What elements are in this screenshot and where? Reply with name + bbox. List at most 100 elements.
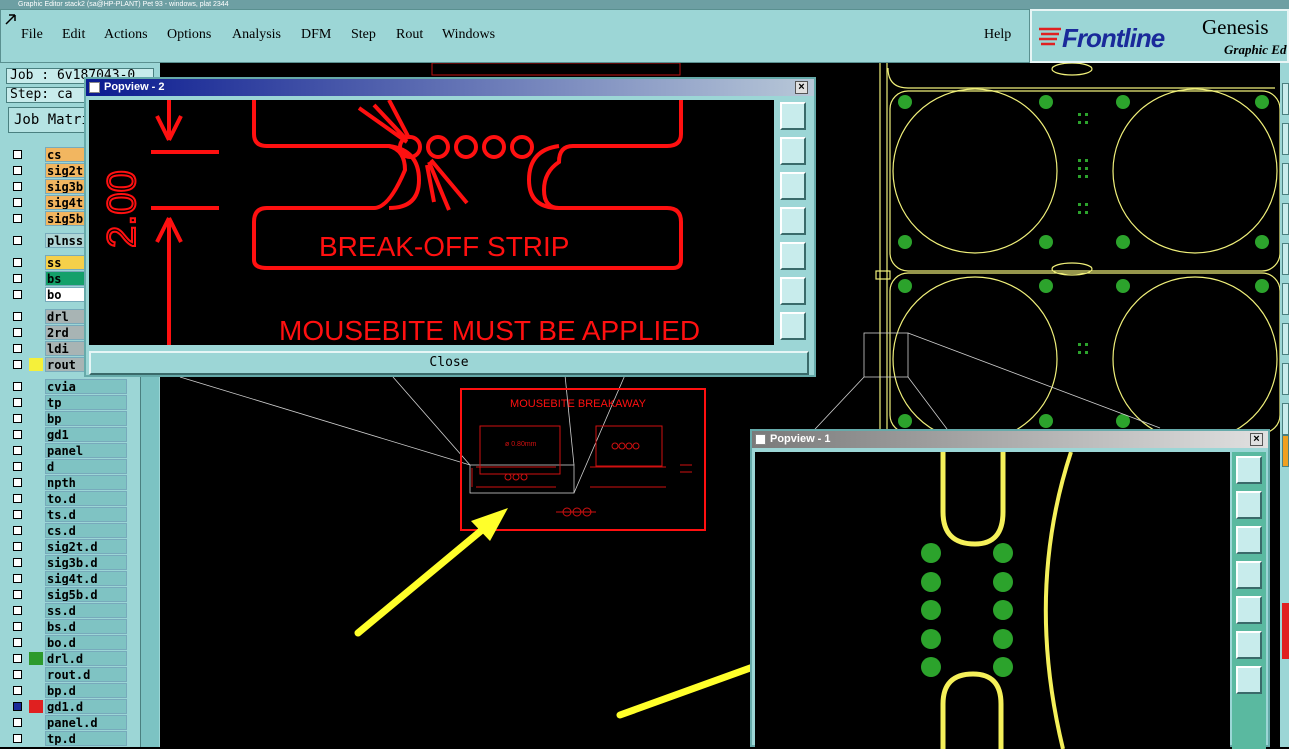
menu-windows[interactable]: Windows [442,27,495,43]
layer-name[interactable]: sig2t.d [45,539,127,554]
layer-checkbox[interactable] [13,312,22,321]
layer-checkbox[interactable] [13,718,22,727]
popview-2-close-button[interactable]: Close [89,351,809,375]
layer-name[interactable]: gd1 [45,427,127,442]
layer-checkbox[interactable] [13,478,22,487]
layer-name[interactable]: sig4t.d [45,571,127,586]
layer-name[interactable]: bp [45,411,127,426]
layer-checkbox[interactable] [13,510,22,519]
right-tool-3[interactable] [1282,163,1289,195]
layer-checkbox[interactable] [13,328,22,337]
layer-checkbox[interactable] [13,214,22,223]
layer-name[interactable]: sig5b.d [45,587,127,602]
menu-help[interactable]: Help [984,27,1011,43]
layer-name[interactable]: tp [45,395,127,410]
layer-checkbox[interactable] [13,574,22,583]
layer-name[interactable]: gd1.d [45,699,127,714]
layer-name[interactable]: ts.d [45,507,127,522]
layer-checkbox[interactable] [13,182,22,191]
layer-checkbox[interactable] [13,638,22,647]
layer-checkbox[interactable] [13,702,22,711]
menu-dfm[interactable]: DFM [301,27,331,43]
layer-name[interactable]: sig3b.d [45,555,127,570]
menu-analysis[interactable]: Analysis [232,27,281,43]
layer-name[interactable]: bs.d [45,619,127,634]
layer-checkbox[interactable] [13,526,22,535]
popview-2-titlebar[interactable]: Popview - 2 × [86,79,814,96]
layer-checkbox[interactable] [13,166,22,175]
menu-options[interactable]: Options [167,27,211,43]
layer-name[interactable]: bo.d [45,635,127,650]
layer-name[interactable]: rout.d [45,667,127,682]
right-tool-6[interactable] [1282,283,1289,315]
layer-checkbox[interactable] [13,606,22,615]
window-menu-icon[interactable] [755,434,766,445]
right-tool-8[interactable] [1282,363,1289,395]
layer-name[interactable]: tp.d [45,731,127,746]
menu-actions[interactable]: Actions [104,27,148,43]
right-tool-9[interactable] [1282,403,1289,435]
layer-checkbox[interactable] [13,236,22,245]
right-tool-1[interactable] [1282,83,1289,115]
layer-name[interactable]: cs.d [45,523,127,538]
layer-checkbox[interactable] [13,622,22,631]
layer-checkbox[interactable] [13,542,22,551]
layer-checkbox[interactable] [13,150,22,159]
layer-checkbox[interactable] [13,414,22,423]
layer-checkbox[interactable] [13,398,22,407]
layer-checkbox[interactable] [13,274,22,283]
pan-up-icon[interactable] [780,137,806,165]
layer-name[interactable]: panel [45,443,127,458]
layer-name[interactable]: drl.d [45,651,127,666]
layer-checkbox[interactable] [13,382,22,391]
popview-1-close-icon[interactable]: × [1250,433,1263,446]
zoom-in-icon[interactable] [1236,666,1262,694]
popview-1-view[interactable] [755,452,1230,749]
layer-checkbox[interactable] [13,198,22,207]
layer-name[interactable]: to.d [45,491,127,506]
layer-name[interactable]: cvia [45,379,127,394]
popview-2-view[interactable]: 2.00 BREAK-OFF STRIP MOUSEBITE MUST BE A… [89,100,774,345]
zoom-out-icon[interactable] [1236,631,1262,659]
right-tool-7[interactable] [1282,323,1289,355]
pan-right-icon[interactable] [780,242,806,270]
right-tool-2[interactable] [1282,123,1289,155]
pan-right-icon[interactable] [1236,596,1262,624]
zoom-in-icon[interactable] [780,312,806,340]
layer-checkbox[interactable] [13,290,22,299]
layer-name[interactable]: panel.d [45,715,127,730]
menu-rout[interactable]: Rout [396,27,423,43]
window-menu-icon[interactable] [89,82,100,93]
layer-checkbox[interactable] [13,558,22,567]
right-tool-4[interactable] [1282,203,1289,235]
layer-name[interactable]: bp.d [45,683,127,698]
menu-file[interactable]: File [21,27,43,43]
layer-checkbox[interactable] [13,494,22,503]
popview-2-close-icon[interactable]: × [795,81,808,94]
pan-up-icon[interactable] [1236,491,1262,519]
right-tool-5[interactable] [1282,243,1289,275]
layer-checkbox[interactable] [13,654,22,663]
layer-checkbox[interactable] [13,462,22,471]
menu-step[interactable]: Step [351,27,376,43]
zoom-fit-icon[interactable] [780,102,806,130]
menu-edit[interactable]: Edit [62,27,85,43]
layer-checkbox[interactable] [13,344,22,353]
layer-checkbox[interactable] [13,430,22,439]
layer-checkbox[interactable] [13,446,22,455]
layer-checkbox[interactable] [13,734,22,743]
layer-checkbox[interactable] [13,670,22,679]
layer-checkbox[interactable] [13,360,22,369]
layer-name[interactable]: ss.d [45,603,127,618]
pan-down-icon[interactable] [780,172,806,200]
layer-name[interactable]: npth [45,475,127,490]
pan-left-icon[interactable] [1236,561,1262,589]
zoom-out-icon[interactable] [780,277,806,305]
right-tool-10[interactable] [1282,435,1289,467]
pan-left-icon[interactable] [780,207,806,235]
layer-name[interactable]: d [45,459,127,474]
zoom-fit-icon[interactable] [1236,456,1262,484]
layer-checkbox[interactable] [13,590,22,599]
pan-down-icon[interactable] [1236,526,1262,554]
layer-checkbox[interactable] [13,686,22,695]
